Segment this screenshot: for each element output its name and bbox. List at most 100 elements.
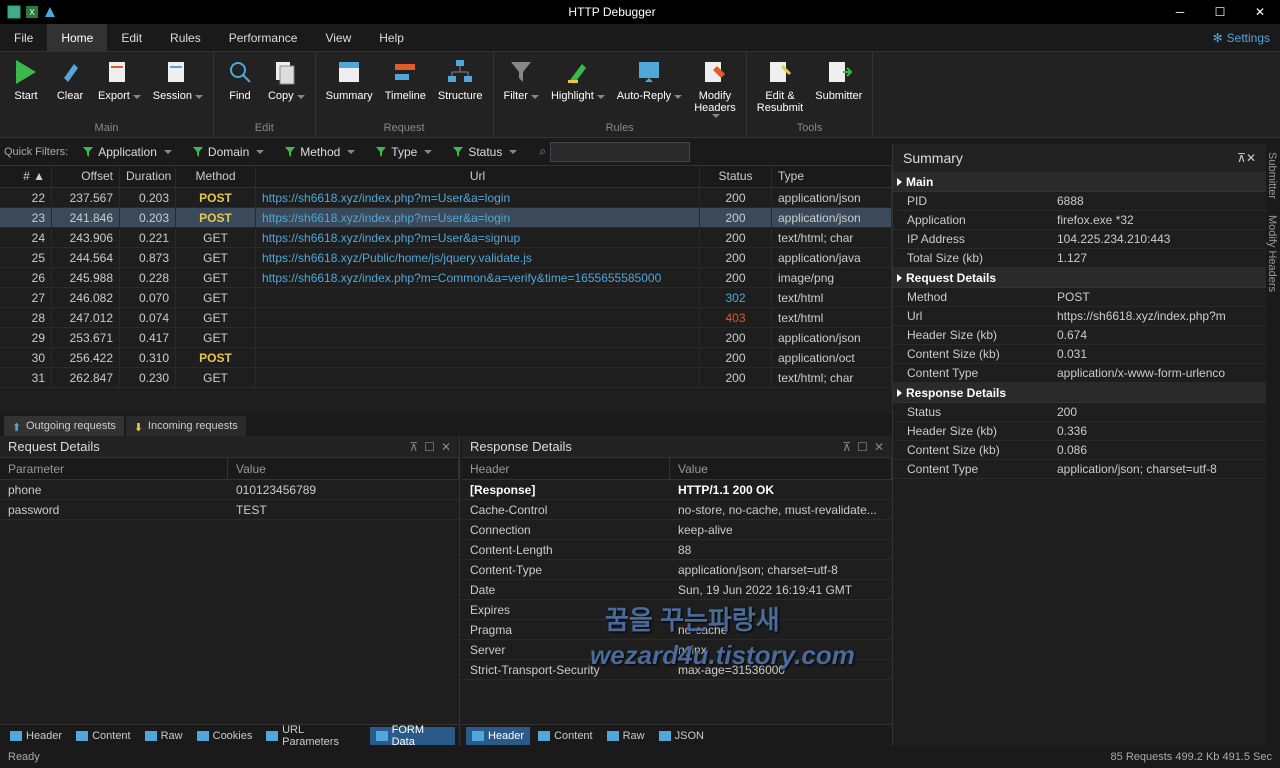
list-item[interactable]: phone010123456789 (0, 480, 459, 500)
col-num[interactable]: # ▲ (0, 166, 52, 187)
settings-button[interactable]: ✻ Settings (1203, 31, 1280, 45)
maximize-icon[interactable]: ☐ (424, 440, 435, 454)
table-row[interactable]: 26245.9880.228GEThttps://sh6618.xyz/inde… (0, 268, 892, 288)
ribbon-timeline[interactable]: Timeline (379, 54, 432, 121)
list-item[interactable]: Strict-Transport-Securitymax-age=3153600… (462, 660, 892, 680)
table-row[interactable]: 29253.6710.417GET200application/json (0, 328, 892, 348)
maximize-button[interactable]: ☐ (1200, 0, 1240, 24)
bottom-tab[interactable]: Cookies (191, 727, 259, 745)
list-item[interactable]: passwordTEST (0, 500, 459, 520)
bottom-tab[interactable]: Header (4, 727, 68, 745)
ribbon: Start Clear Export Session Main Find Cop… (0, 52, 1280, 138)
bottom-tab[interactable]: URL Parameters (260, 727, 367, 745)
search-input[interactable] (550, 142, 690, 162)
minimize-button[interactable]: ─ (1160, 0, 1200, 24)
ribbon-modifyheaders[interactable]: Modify Headers (688, 54, 742, 121)
maximize-icon[interactable]: ☐ (857, 440, 868, 454)
bottom-tab[interactable]: FORM Data (370, 727, 455, 745)
filter-domain[interactable]: Domain (186, 143, 270, 161)
menu-file[interactable]: File (0, 24, 47, 52)
list-item[interactable]: [Response]HTTP/1.1 200 OK (462, 480, 892, 500)
filter-method[interactable]: Method (278, 143, 361, 161)
filter-application[interactable]: Application (76, 143, 178, 161)
table-row[interactable]: 28247.0120.074GET403text/html (0, 308, 892, 328)
bottom-tab[interactable]: Content (70, 727, 137, 745)
bottom-tab[interactable]: JSON (653, 727, 710, 745)
bottom-tab[interactable]: Raw (601, 727, 651, 745)
table-row[interactable]: 30256.4220.310POST200application/oct (0, 348, 892, 368)
ribbon-export[interactable]: Export (92, 54, 147, 121)
ribbon-summary[interactable]: Summary (320, 54, 379, 121)
bottom-tab[interactable]: Content (532, 727, 599, 745)
table-row[interactable]: 31262.8470.230GET200text/html; char (0, 368, 892, 388)
ribbon-find[interactable]: Find (218, 54, 262, 121)
ribbon-submitter[interactable]: Submitter (809, 54, 868, 121)
filter-type[interactable]: Type (369, 143, 438, 161)
menu-help[interactable]: Help (365, 24, 418, 52)
col-status[interactable]: Status (700, 166, 772, 187)
col-duration[interactable]: Duration (120, 166, 176, 187)
qat-clear-icon[interactable] (42, 4, 58, 20)
list-item[interactable]: Servernginx (462, 640, 892, 660)
list-item[interactable]: Expires (462, 600, 892, 620)
summary-row: Content Typeapplication/x-www-form-urlen… (893, 364, 1266, 383)
menu-rules[interactable]: Rules (156, 24, 215, 52)
pin-icon[interactable]: ⊼ (1237, 151, 1246, 165)
bottom-tab[interactable]: Header (466, 727, 530, 745)
tab-icon (266, 731, 278, 741)
menu-performance[interactable]: Performance (215, 24, 312, 52)
menu-edit[interactable]: Edit (107, 24, 156, 52)
close-icon[interactable]: ✕ (874, 440, 884, 454)
filter-status[interactable]: Status (446, 143, 523, 161)
ribbon-autoreply[interactable]: Auto-Reply (611, 54, 688, 121)
ribbon-session[interactable]: Session (147, 54, 209, 121)
bottom-tab[interactable]: Raw (139, 727, 189, 745)
list-item[interactable]: Cache-Controlno-store, no-cache, must-re… (462, 500, 892, 520)
search-icon: ⌕ (539, 144, 546, 159)
ribbon-editresubmit[interactable]: Edit & Resubmit (751, 54, 809, 121)
col-method[interactable]: Method (176, 166, 256, 187)
tab-outgoing[interactable]: ⬆Outgoing requests (4, 416, 124, 436)
ribbon-filter[interactable]: Filter (498, 54, 545, 121)
ribbon-copy[interactable]: Copy (262, 54, 311, 121)
summary-section[interactable]: Request Details (893, 268, 1266, 288)
col-type[interactable]: Type (772, 166, 892, 187)
menu-view[interactable]: View (311, 24, 365, 52)
summary-section[interactable]: Main (893, 172, 1266, 192)
qat-save-icon[interactable] (6, 4, 22, 20)
pin-icon[interactable]: ⊼ (842, 440, 851, 454)
close-icon[interactable]: ✕ (1246, 151, 1256, 165)
summary-row: Content Size (kb)0.031 (893, 345, 1266, 364)
list-item[interactable]: Content-Length88 (462, 540, 892, 560)
tab-icon (10, 731, 22, 741)
list-item[interactable]: Content-Typeapplication/json; charset=ut… (462, 560, 892, 580)
summary-row: Content Typeapplication/json; charset=ut… (893, 460, 1266, 479)
list-item[interactable]: Pragmano-cache (462, 620, 892, 640)
summary-section[interactable]: Response Details (893, 383, 1266, 403)
list-item[interactable]: DateSun, 19 Jun 2022 16:19:41 GMT (462, 580, 892, 600)
tab-icon (472, 731, 484, 741)
rtab-submitter[interactable]: Submitter (1266, 144, 1278, 207)
ribbon-highlight[interactable]: Highlight (545, 54, 611, 121)
titlebar: X HTTP Debugger ─ ☐ ✕ (0, 0, 1280, 24)
ribbon-structure[interactable]: Structure (432, 54, 489, 121)
list-item[interactable]: Connectionkeep-alive (462, 520, 892, 540)
rtab-modifyheaders[interactable]: Modify Headers (1266, 207, 1278, 300)
table-row[interactable]: 27246.0820.070GET302text/html (0, 288, 892, 308)
summary-row: PID6888 (893, 192, 1266, 211)
col-offset[interactable]: Offset (52, 166, 120, 187)
ribbon-start[interactable]: Start (4, 54, 48, 121)
table-row[interactable]: 22237.5670.203POSThttps://sh6618.xyz/ind… (0, 188, 892, 208)
close-button[interactable]: ✕ (1240, 0, 1280, 24)
tab-incoming[interactable]: ⬇Incoming requests (126, 416, 246, 436)
summary-row: Applicationfirefox.exe *32 (893, 211, 1266, 230)
menu-home[interactable]: Home (47, 24, 107, 52)
ribbon-clear[interactable]: Clear (48, 54, 92, 121)
table-row[interactable]: 23241.8460.203POSThttps://sh6618.xyz/ind… (0, 208, 892, 228)
table-row[interactable]: 25244.5640.873GEThttps://sh6618.xyz/Publ… (0, 248, 892, 268)
col-url[interactable]: Url (256, 166, 700, 187)
qat-excel-icon[interactable]: X (24, 4, 40, 20)
close-icon[interactable]: ✕ (441, 440, 451, 454)
pin-icon[interactable]: ⊼ (409, 440, 418, 454)
table-row[interactable]: 24243.9060.221GEThttps://sh6618.xyz/inde… (0, 228, 892, 248)
